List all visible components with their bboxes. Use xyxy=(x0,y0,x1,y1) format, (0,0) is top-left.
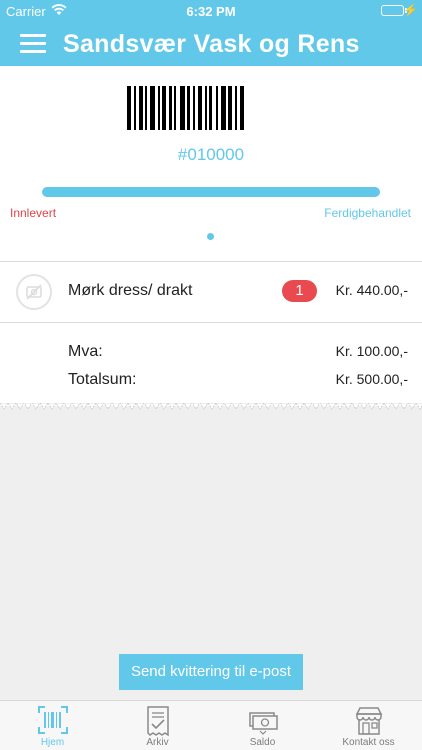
tab-label-home: Hjem xyxy=(40,737,65,748)
tab-label-contact: Kontakt oss xyxy=(342,737,395,748)
list-item[interactable]: Mørk dress/ drakt 1 Kr. 440.00,- xyxy=(0,262,422,322)
tab-bar: Hjem Arkiv Saldo Kontakt oss xyxy=(0,700,422,750)
status-end-label: Ferdigbehandlet xyxy=(324,206,411,220)
tab-contact[interactable]: Kontakt oss xyxy=(315,701,422,750)
status-bar: Carrier 6:32 PM ⚡ xyxy=(0,0,422,22)
send-receipt-button[interactable]: Send kvittering til e-post xyxy=(119,654,303,690)
quantity-badge: 1 xyxy=(282,280,317,302)
tab-label-balance: Saldo xyxy=(249,737,276,748)
total-value: Kr. 500.00,- xyxy=(335,371,408,387)
receipt-card: #010000 Innlevert Ferdigbehandlet Mørk d… xyxy=(0,66,422,406)
barcode-bar xyxy=(240,86,244,130)
tab-balance[interactable]: Saldo xyxy=(210,701,315,750)
vat-value: Kr. 100.00,- xyxy=(335,343,408,359)
cash-icon xyxy=(247,705,279,740)
tab-archive[interactable]: Arkiv xyxy=(105,701,210,750)
status-start-label: Innlevert xyxy=(10,206,57,220)
no-image-icon xyxy=(16,274,52,310)
total-label: Totalsum: xyxy=(68,371,137,388)
tab-label-archive: Arkiv xyxy=(146,737,169,748)
battery-icon xyxy=(381,5,404,16)
hamburger-icon[interactable] xyxy=(20,34,46,54)
progress-bar xyxy=(42,187,380,197)
barcode-scan-icon xyxy=(37,705,69,740)
app-title: Sandsvær Vask og Rens xyxy=(63,30,360,58)
nav-bar: Sandsvær Vask og Rens xyxy=(0,22,422,66)
vat-label: Mva: xyxy=(68,343,103,360)
item-price: Kr. 440.00,- xyxy=(335,282,408,298)
barcode-image xyxy=(127,86,297,130)
tab-home[interactable]: Hjem xyxy=(0,701,105,750)
order-number: #010000 xyxy=(177,145,245,164)
clock: 6:32 PM xyxy=(186,4,236,19)
receipt-torn-edge xyxy=(0,403,422,410)
item-name: Mørk dress/ drakt xyxy=(68,282,193,299)
charging-icon: ⚡ xyxy=(403,3,418,17)
torn-edge-path xyxy=(0,403,422,410)
divider xyxy=(0,322,422,323)
page-indicator-dot xyxy=(207,233,214,240)
